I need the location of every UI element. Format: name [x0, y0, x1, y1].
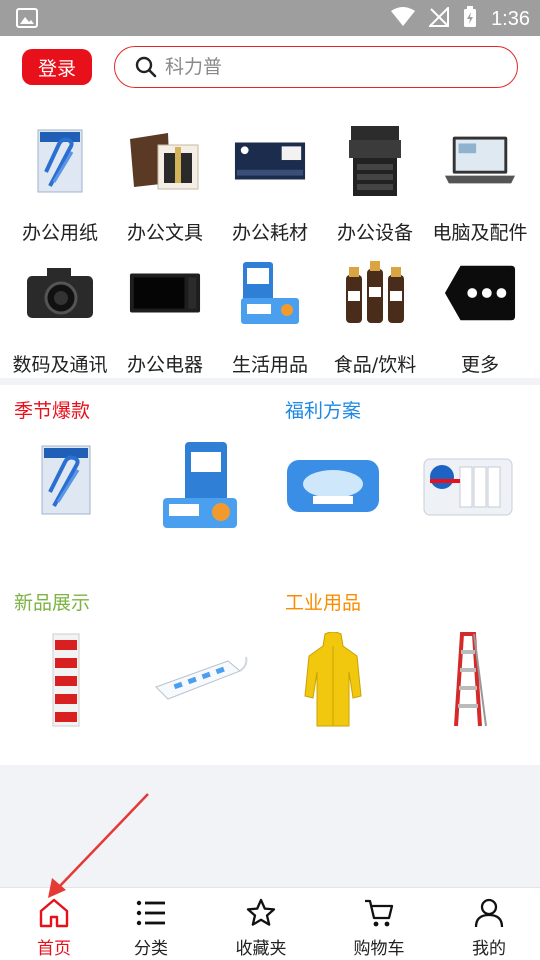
category-label: 更多 — [460, 354, 499, 376]
header: 登录 — [0, 36, 540, 100]
home-icon — [38, 897, 70, 929]
category-grid: 办公用纸 办公文具 办公耗材 办公设备 电脑及配件 数码及通讯 办公电器 生活用… — [0, 100, 540, 378]
category-digital[interactable]: 数码及通讯 — [6, 242, 114, 376]
search-input[interactable] — [165, 53, 495, 81]
camera-icon — [23, 256, 97, 330]
tissue-pack-icon — [233, 256, 307, 330]
wifi-icon — [391, 7, 416, 31]
nav-label: 我的 — [472, 939, 506, 959]
nav-favorites[interactable]: 收藏夹 — [207, 888, 315, 960]
category-office-supplies[interactable]: 办公耗材 — [216, 110, 324, 244]
nav-cart[interactable]: 购物车 — [325, 888, 433, 960]
category-computers[interactable]: 电脑及配件 — [426, 110, 534, 244]
bottom-nav: 首页 分类 收藏夹 购物车 我的 — [0, 887, 540, 960]
category-label: 办公文具 — [126, 222, 203, 244]
pen-gift-box-icon — [128, 124, 202, 198]
nav-home[interactable]: 首页 — [0, 888, 108, 960]
wet-wipes-icon[interactable] — [283, 431, 383, 541]
power-strip-icon[interactable] — [150, 625, 250, 735]
no-signal-icon — [427, 5, 450, 31]
image-icon — [16, 8, 38, 32]
paper-cups-icon[interactable] — [418, 431, 518, 541]
promo-sections: 季节爆款 福利方案 新品展示 工业用品 — [0, 385, 540, 765]
more-icon — [443, 256, 517, 330]
nav-profile[interactable]: 我的 — [435, 888, 540, 960]
category-office-stationery[interactable]: 办公文具 — [111, 110, 219, 244]
paper-clip-pack-icon — [23, 124, 97, 198]
copier-icon — [338, 124, 412, 198]
nav-category[interactable]: 分类 — [97, 888, 205, 960]
ladder-icon[interactable] — [418, 625, 518, 735]
nav-label: 分类 — [134, 939, 168, 959]
battery-charging-icon — [463, 6, 477, 32]
category-label: 食品/饮料 — [333, 354, 417, 376]
section-title-industrial[interactable]: 工业用品 — [285, 588, 361, 615]
category-food-drinks[interactable]: 食品/饮料 — [321, 242, 429, 376]
category-office-appliances[interactable]: 办公电器 — [111, 242, 219, 376]
category-label: 电脑及配件 — [432, 222, 528, 244]
category-label: 办公耗材 — [231, 222, 308, 244]
category-more[interactable]: 更多 — [426, 242, 534, 376]
raincoat-icon[interactable] — [283, 625, 383, 735]
section-title-season-hot[interactable]: 季节爆款 — [14, 396, 90, 423]
section-title-new-products[interactable]: 新品展示 — [14, 588, 90, 615]
paper-clip-pack-icon[interactable] — [16, 425, 116, 535]
laptop-icon — [443, 124, 517, 198]
category-label: 办公电器 — [126, 354, 203, 376]
star-icon — [245, 897, 277, 929]
category-office-paper[interactable]: 办公用纸 — [6, 110, 114, 244]
section-title-welfare[interactable]: 福利方案 — [285, 396, 361, 423]
category-office-equipment[interactable]: 办公设备 — [321, 110, 429, 244]
nav-label: 收藏夹 — [235, 939, 287, 959]
search-icon — [135, 56, 157, 82]
category-label: 数码及通讯 — [12, 354, 108, 376]
microwave-icon — [128, 256, 202, 330]
nav-label: 购物车 — [353, 939, 405, 959]
category-daily-necessities[interactable]: 生活用品 — [216, 242, 324, 376]
list-icon — [135, 897, 167, 929]
status-bar: 1:36 — [0, 0, 540, 36]
cart-icon — [363, 897, 395, 929]
battery-pack-icon[interactable] — [16, 625, 116, 735]
category-label: 办公设备 — [336, 222, 413, 244]
login-button[interactable]: 登录 — [22, 49, 92, 85]
status-time: 1:36 — [491, 7, 530, 30]
nav-label: 首页 — [37, 939, 71, 959]
category-label: 生活用品 — [231, 354, 308, 376]
user-icon — [473, 897, 505, 929]
search-bar[interactable] — [114, 46, 518, 88]
category-label: 办公用纸 — [21, 222, 98, 244]
coffee-bottles-icon — [338, 256, 412, 330]
toner-cartridge-icon — [233, 124, 307, 198]
tissue-pack-icon[interactable] — [150, 431, 250, 541]
